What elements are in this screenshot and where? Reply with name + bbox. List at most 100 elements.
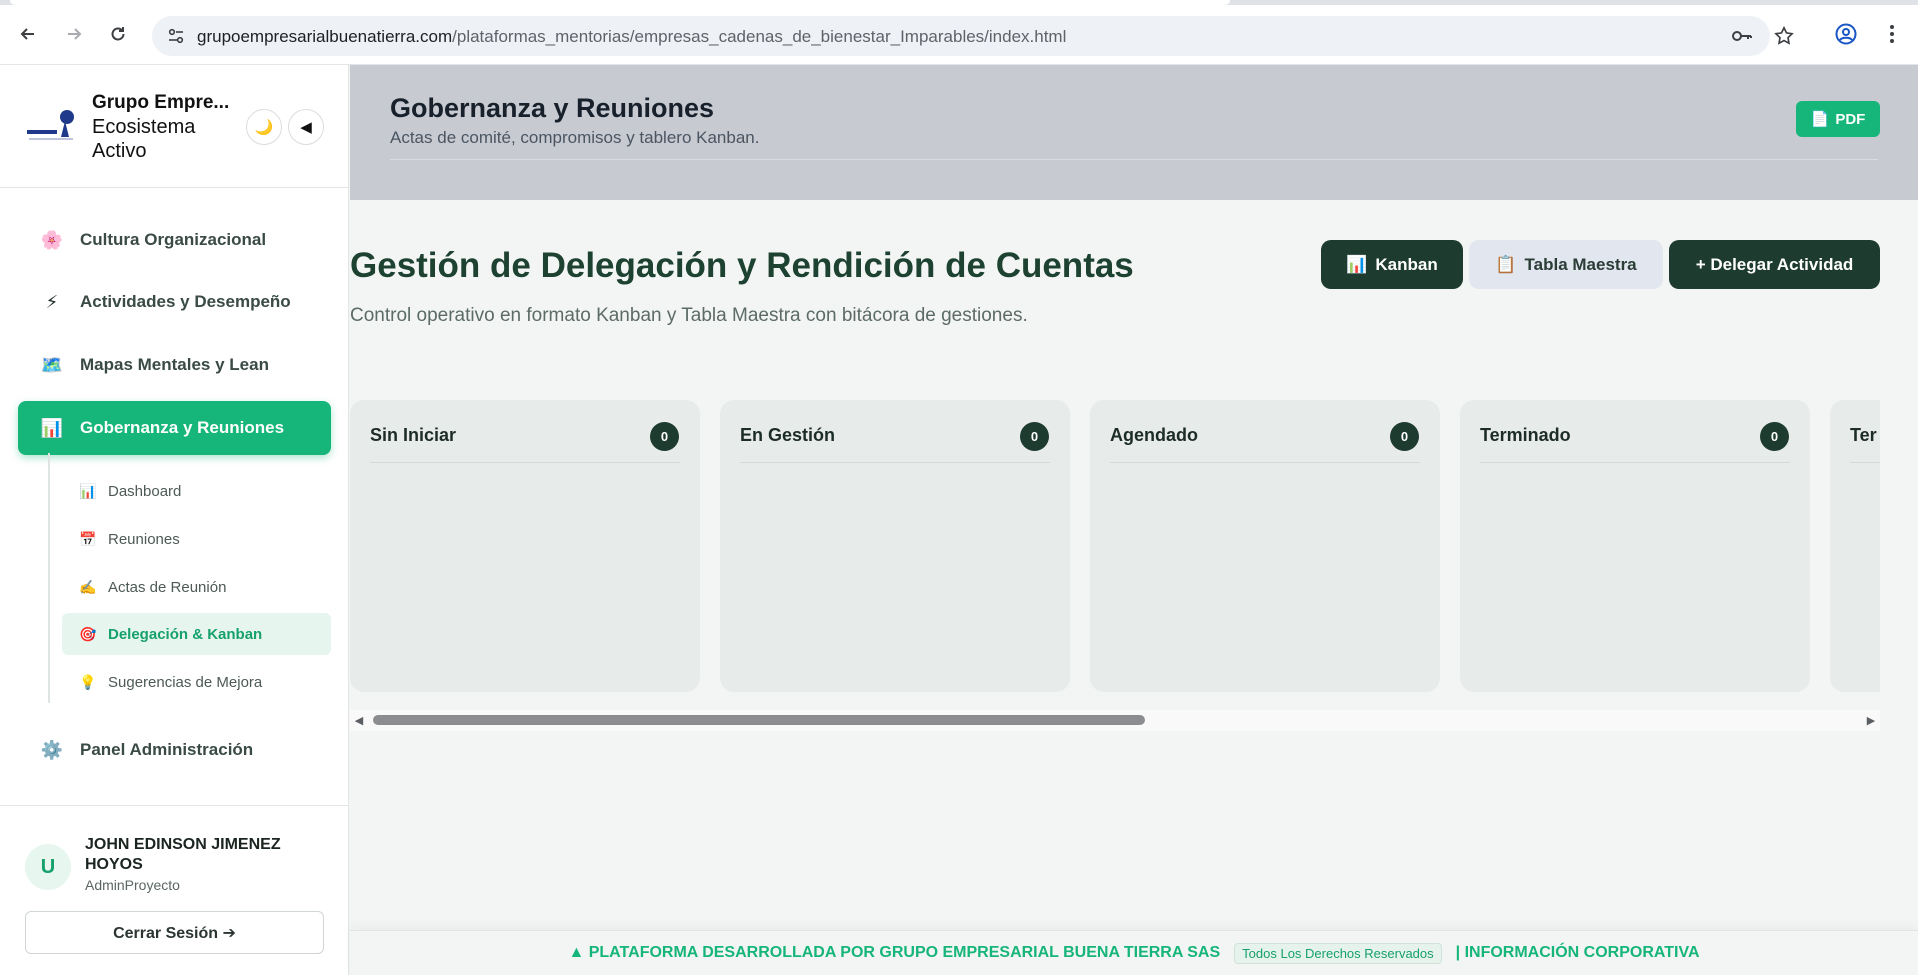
column-count-badge: 0 <box>1020 422 1049 451</box>
kanban-column-sin-iniciar: Sin Iniciar 0 <box>350 400 700 692</box>
collapse-arrow-icon: ◀ <box>300 119 312 136</box>
clipboard-icon: 📋 <box>1495 254 1517 274</box>
submenu-guide-line <box>48 453 50 703</box>
url-text[interactable]: grupoempresarialbuenatierra.com/platafor… <box>197 27 1066 47</box>
section-title: Gestión de Delegación y Rendición de Cue… <box>350 246 1134 285</box>
header-divider <box>390 159 1878 160</box>
column-title: Sin Iniciar <box>370 425 457 445</box>
forward-icon[interactable] <box>60 20 88 48</box>
menu-item-mapas[interactable]: 🗺️ Mapas Mentales y Lean <box>18 338 331 392</box>
table-view-button[interactable]: 📋 Tabla Maestra <box>1469 240 1663 289</box>
table-label: Tabla Maestra <box>1524 254 1637 274</box>
menu-label: Gobernanza y Reuniones <box>80 418 285 437</box>
reload-icon[interactable] <box>104 20 132 48</box>
page-footer: ▲ PLATAFORMA DESARROLLADA POR GRUPO EMPR… <box>350 930 1918 975</box>
tab-strip <box>0 0 1918 5</box>
sidebar-brand: Grupo Empre... Ecosistema Activo 🌙 ◀ <box>0 65 349 188</box>
scrollbar-thumb[interactable] <box>373 715 1145 725</box>
user-panel: U JOHN EDINSON JIMENEZ HOYOS AdminProyec… <box>0 805 349 975</box>
page-header: Gobernanza y Reuniones Actas de comité, … <box>350 65 1918 200</box>
writing-hand-icon: ✍️ <box>79 578 97 595</box>
logout-button[interactable]: Cerrar Sesión ➔ <box>25 911 324 954</box>
column-count-badge: 0 <box>1390 422 1419 451</box>
submenu-item-sugerencias[interactable]: 💡 Sugerencias de Mejora <box>62 661 331 703</box>
lightning-icon: ⚡ <box>45 291 59 312</box>
footer-rights-badge: Todos Los Derechos Reservados <box>1234 942 1442 964</box>
column-title: Agendado <box>1110 425 1198 445</box>
browser-toolbar: grupoempresarialbuenatierra.com/platafor… <box>0 0 1918 65</box>
column-divider <box>1480 462 1790 463</box>
column-divider <box>1110 462 1420 463</box>
page-title: Gobernanza y Reuniones <box>390 93 715 123</box>
menu-item-panel-admin[interactable]: ⚙️ Panel Administración <box>18 723 331 777</box>
gear-icon: ⚙️ <box>40 739 64 760</box>
kanban-column-partial: Ter 0 <box>1830 400 1880 692</box>
page-subtitle: Actas de comité, compromisos y tablero K… <box>390 128 760 147</box>
flower-icon: 🌸 <box>40 229 64 250</box>
dashboard-icon: 📊 <box>79 482 97 499</box>
kebab-menu-icon[interactable] <box>1878 20 1906 48</box>
menu-item-cultura[interactable]: 🌸 Cultura Organizacional <box>18 213 331 267</box>
menu-label: Panel Administración <box>80 740 254 759</box>
delegate-activity-button[interactable]: + Delegar Actividad <box>1669 240 1880 289</box>
pdf-button[interactable]: 📄 PDF <box>1796 101 1880 137</box>
bar-chart-icon: 📊 <box>40 417 64 438</box>
document-icon: 📄 <box>1810 111 1830 128</box>
menu-item-actividades[interactable]: ⚡ Actividades y Desempeño <box>18 275 331 329</box>
submenu-label: Actas de Reunión <box>108 578 227 596</box>
column-count-badge: 0 <box>1760 422 1789 451</box>
kanban-column-agendado: Agendado 0 <box>1090 400 1440 692</box>
active-tab[interactable] <box>10 0 1230 5</box>
bookmark-star-icon[interactable] <box>1772 24 1796 48</box>
footer-credit: ▲ PLATAFORMA DESARROLLADA POR GRUPO EMPR… <box>568 944 1221 961</box>
menu-label: Mapas Mentales y Lean <box>80 355 269 374</box>
submenu-label: Reuniones <box>108 530 180 548</box>
menu-item-gobernanza[interactable]: 📊 Gobernanza y Reuniones <box>18 401 331 455</box>
kanban-column-terminado: Terminado 0 <box>1460 400 1810 692</box>
site-settings-icon[interactable] <box>166 26 186 46</box>
sidebar: Grupo Empre... Ecosistema Activo 🌙 ◀ 🌸 C… <box>0 65 349 975</box>
footer-corporate-link[interactable]: | INFORMACIÓN CORPORATIVA <box>1456 944 1700 962</box>
kanban-view-button[interactable]: 📊 Kanban <box>1321 240 1463 289</box>
section-subtitle: Control operativo en formato Kanban y Ta… <box>350 305 1028 326</box>
column-count-badge: 0 <box>650 422 679 451</box>
lightbulb-icon: 💡 <box>79 673 97 690</box>
submenu-label: Dashboard <box>108 482 182 500</box>
submenu-item-reuniones[interactable]: 📅 Reuniones <box>62 518 331 560</box>
theme-toggle-button[interactable]: 🌙 <box>246 109 282 145</box>
brand-subtitle: Ecosistema Activo <box>92 116 196 162</box>
column-title: Ter <box>1850 425 1877 445</box>
submenu-item-delegacion[interactable]: 🎯 Delegación & Kanban <box>62 613 331 655</box>
map-icon: 🗺️ <box>40 354 64 375</box>
submenu-item-dashboard[interactable]: 📊 Dashboard <box>62 470 331 512</box>
avatar: U <box>25 844 71 890</box>
address-bar[interactable]: grupoempresarialbuenatierra.com/platafor… <box>152 16 1794 56</box>
scroll-right-icon[interactable]: ▶ <box>1864 713 1878 727</box>
url-path: /plataformas_mentorias/empresas_cadenas_… <box>452 27 1067 46</box>
user-name: JOHN EDINSON JIMENEZ HOYOS <box>85 836 281 873</box>
url-host: grupoempresarialbuenatierra.com <box>197 27 453 46</box>
column-divider <box>370 462 680 463</box>
board-horizontal-scrollbar[interactable]: ◀ ▶ <box>350 710 1880 731</box>
password-key-icon[interactable] <box>1730 24 1754 48</box>
bar-chart-icon: 📊 <box>1346 254 1368 274</box>
column-title: En Gestión <box>740 425 836 445</box>
column-title: Terminado <box>1480 425 1571 445</box>
column-divider <box>1850 462 1880 463</box>
menu-label: Actividades y Desempeño <box>80 292 291 311</box>
calendar-icon: 📅 <box>79 530 97 547</box>
back-icon[interactable] <box>14 20 42 48</box>
kanban-board: Sin Iniciar 0 En Gestión 0 Agendado 0 Te… <box>350 400 1880 692</box>
brand-title: Grupo Empre... <box>92 92 230 113</box>
profile-icon[interactable] <box>1832 20 1860 48</box>
user-role: AdminProyecto <box>85 877 180 893</box>
menu-label: Cultura Organizacional <box>80 230 267 249</box>
submenu-item-actas[interactable]: ✍️ Actas de Reunión <box>62 566 331 608</box>
collapse-sidebar-button[interactable]: ◀ <box>288 109 324 145</box>
company-logo <box>25 107 77 147</box>
submenu-label: Delegación & Kanban <box>108 625 263 643</box>
submenu-label: Sugerencias de Mejora <box>108 673 263 691</box>
pdf-label: PDF <box>1835 110 1866 128</box>
scroll-left-icon[interactable]: ◀ <box>352 713 366 727</box>
kanban-label: Kanban <box>1375 254 1438 274</box>
